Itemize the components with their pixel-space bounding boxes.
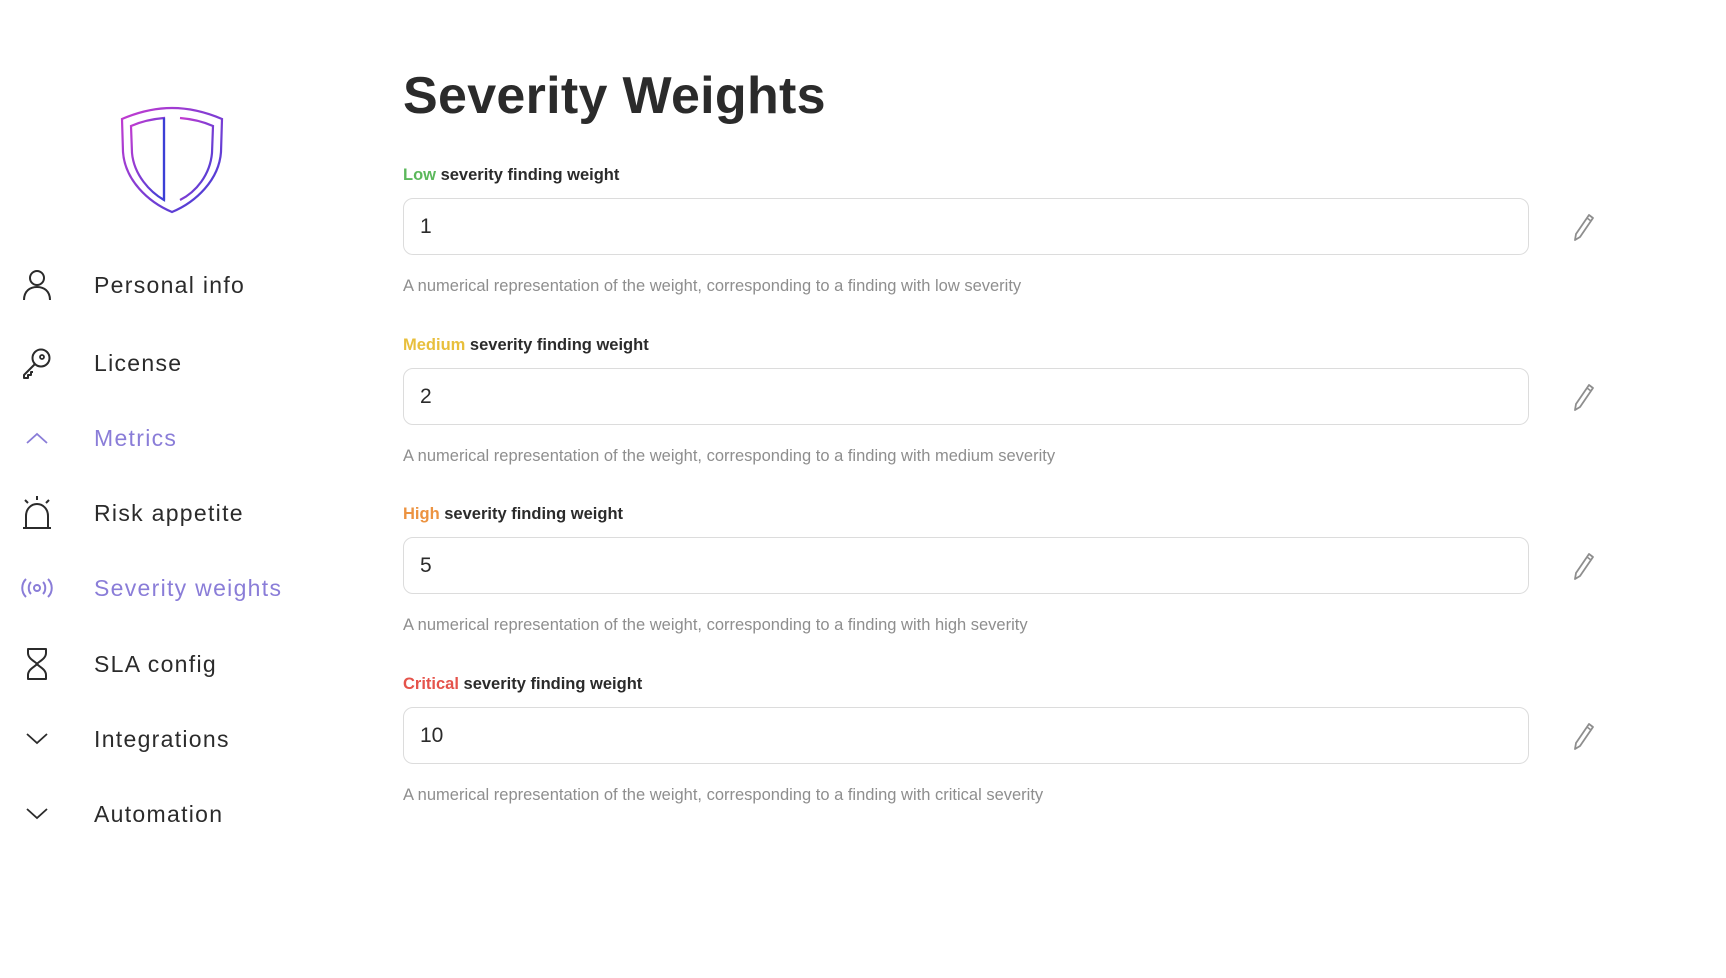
sidebar-item-automation[interactable]: Automation <box>20 792 320 836</box>
low-weight-field: Low severity finding weight A numerical … <box>403 166 1603 295</box>
key-icon <box>20 346 54 380</box>
field-label: High severity finding weight <box>403 505 1603 527</box>
chevron-up-icon <box>20 421 54 455</box>
sidebar-item-label: Personal info <box>94 271 246 298</box>
user-icon <box>20 268 54 302</box>
broadcast-icon <box>20 571 54 605</box>
field-label-text: severity finding weight <box>458 675 643 693</box>
field-label-text: severity finding weight <box>439 505 624 523</box>
sidebar-item-label: License <box>94 349 183 376</box>
field-label: Critical severity finding weight <box>403 675 1603 697</box>
sidebar-item-severity-weights[interactable]: Severity weights <box>20 566 320 610</box>
sidebar-item-integrations[interactable]: Integrations <box>20 717 320 761</box>
chevron-down-icon <box>20 797 54 831</box>
alarm-icon <box>20 496 54 530</box>
medium-weight-input[interactable] <box>403 368 1529 425</box>
sidebar-item-sla-config[interactable]: SLA config <box>20 642 320 686</box>
page-title: Severity Weights <box>403 67 826 125</box>
sidebar-item-label: Automation <box>94 800 224 827</box>
shield-logo-icon <box>118 104 226 216</box>
medium-weight-field: Medium severity finding weight A numeric… <box>403 336 1603 465</box>
sidebar-item-metrics[interactable]: Metrics <box>20 416 320 460</box>
field-help-text: A numerical representation of the weight… <box>403 447 1056 465</box>
severity-low-label: Low <box>403 166 436 184</box>
severity-medium-label: Medium <box>403 336 466 354</box>
high-weight-field: High severity finding weight A numerical… <box>403 505 1603 634</box>
sidebar-item-license[interactable]: License <box>20 341 320 385</box>
field-help-text: A numerical representation of the weight… <box>403 786 1044 804</box>
critical-weight-input[interactable] <box>403 707 1529 764</box>
low-weight-input[interactable] <box>403 198 1529 255</box>
sidebar-item-personal-info[interactable]: Personal info <box>20 263 320 307</box>
pencil-icon[interactable] <box>1567 381 1601 415</box>
sidebar-item-risk-appetite[interactable]: Risk appetite <box>20 491 320 535</box>
sidebar-item-label: Severity weights <box>94 574 283 601</box>
sidebar-item-label: Integrations <box>94 725 230 752</box>
sidebar-item-label: Metrics <box>94 424 178 451</box>
sidebar-item-label: SLA config <box>94 650 217 677</box>
field-label-text: severity finding weight <box>465 336 649 354</box>
severity-critical-label: Critical <box>403 675 459 693</box>
pencil-icon[interactable] <box>1567 211 1601 245</box>
chevron-down-icon <box>20 722 54 756</box>
high-weight-input[interactable] <box>403 537 1529 594</box>
sidebar-item-label: Risk appetite <box>94 499 244 526</box>
pencil-icon[interactable] <box>1567 720 1601 754</box>
pencil-icon[interactable] <box>1567 550 1601 584</box>
field-help-text: A numerical representation of the weight… <box>403 277 1022 295</box>
field-label-text: severity finding weight <box>436 166 620 184</box>
sidebar: Personal info License Metrics Risk appet… <box>0 0 340 978</box>
critical-weight-field: Critical severity finding weight A numer… <box>403 675 1603 804</box>
hourglass-icon <box>20 647 54 681</box>
field-label: Medium severity finding weight <box>403 336 1603 358</box>
field-help-text: A numerical representation of the weight… <box>403 616 1028 634</box>
field-label: Low severity finding weight <box>403 166 1603 188</box>
severity-high-label: High <box>403 505 440 523</box>
